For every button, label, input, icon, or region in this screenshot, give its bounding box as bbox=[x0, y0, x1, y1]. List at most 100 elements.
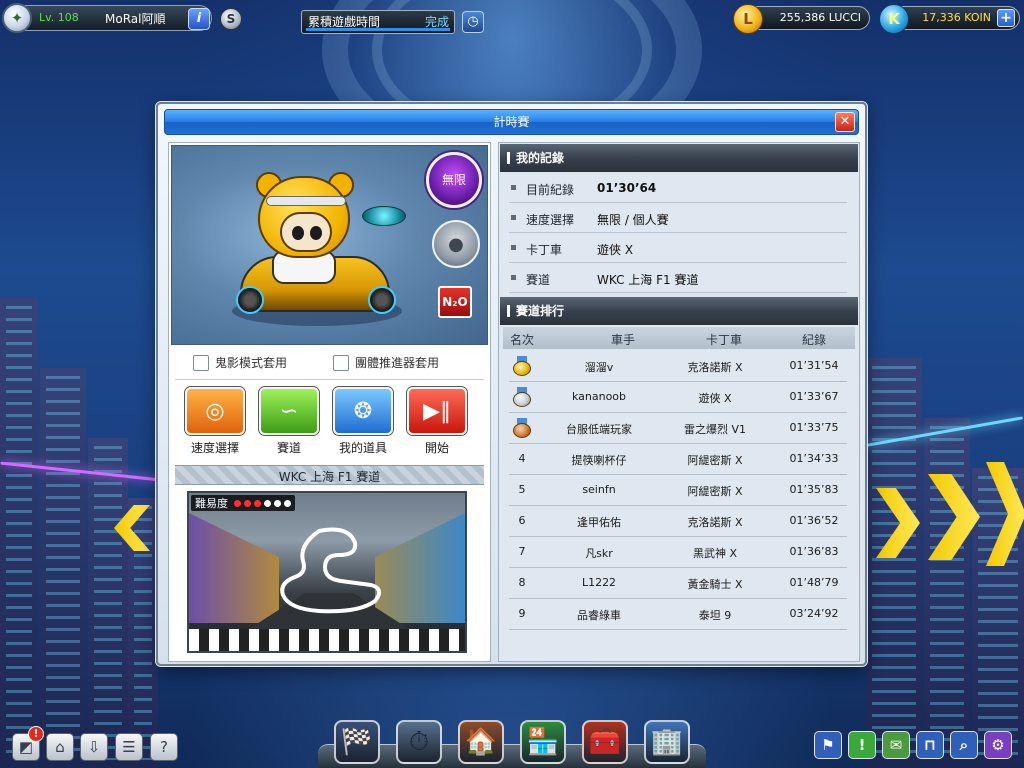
record-value: 遊俠 X bbox=[597, 243, 634, 257]
track-layout-icon bbox=[280, 527, 382, 614]
toolbox-icon[interactable]: 🧰 bbox=[582, 720, 628, 764]
character-head bbox=[258, 176, 350, 258]
record-time: 01’36’52 bbox=[789, 514, 839, 527]
record-time: 01’34’33 bbox=[789, 452, 839, 465]
option-checkboxes: 鬼影模式套用 團體推進器套用 bbox=[171, 349, 488, 377]
speedometer-icon[interactable]: ⏱ bbox=[396, 720, 442, 764]
record-key: 卡丁車 bbox=[526, 243, 563, 257]
kart-name: 克洛諾斯 X bbox=[687, 361, 743, 374]
silver-medal-icon bbox=[513, 387, 531, 407]
time-attack-dialog: 計時賽 ✕ 無限 ● N₂O 鬼影模式套用 團體推進器套用 ◎ 速度選擇 ∽ 賽… bbox=[156, 102, 867, 666]
character-face bbox=[280, 212, 332, 252]
kart-name: 雷之爆烈 V1 bbox=[683, 423, 747, 436]
character-eye bbox=[292, 226, 304, 240]
ranking-row[interactable]: 溜溜v 克洛諾斯 X 01’31’54 bbox=[509, 351, 847, 382]
speed-gauge-icon: ◎ bbox=[185, 387, 245, 435]
quest-progress-fill bbox=[306, 28, 450, 31]
shop-icon[interactable]: 🏪 bbox=[520, 720, 566, 764]
record-row: 速度選擇 無限 / 個人賽 bbox=[509, 203, 847, 233]
ranking-row[interactable]: kananoob 遊俠 X 01’33’67 bbox=[509, 382, 847, 413]
notification-badge: ! bbox=[28, 726, 44, 742]
exclamation-icon[interactable]: ! bbox=[848, 731, 876, 759]
ranking-row[interactable]: 9 品睿綠車 泰坦 9 03’24’92 bbox=[509, 599, 847, 630]
record-row: 目前紀錄 01’30’64 bbox=[509, 173, 847, 203]
home-icon[interactable]: ⌂ bbox=[46, 733, 74, 761]
track-icon: ∽ bbox=[259, 387, 319, 435]
rank-number: 7 bbox=[518, 545, 526, 558]
driver-name: kananoob bbox=[571, 390, 627, 403]
my-items-button[interactable]: ❂ 我的道具 bbox=[331, 387, 395, 456]
track-preview-image[interactable]: 難易度 bbox=[187, 491, 467, 653]
speed-mode-badge[interactable]: 無限 bbox=[426, 152, 482, 208]
medal-disc bbox=[513, 392, 531, 407]
bullet-icon bbox=[511, 245, 516, 250]
kart-name: 阿緹密斯 X bbox=[687, 485, 743, 498]
ranking-row[interactable]: 5 seinfn 阿緹密斯 X 01’35’83 bbox=[509, 475, 847, 506]
driver-name: 品睿綠車 bbox=[577, 609, 621, 622]
settings-icon[interactable]: ⚙ bbox=[984, 731, 1012, 759]
inbox-icon[interactable]: ⇩ bbox=[80, 733, 108, 761]
record-key: 賽道 bbox=[526, 273, 551, 287]
chat-icon[interactable]: ✉ bbox=[882, 731, 910, 759]
lucci-value: 255,386 LUCCI bbox=[779, 11, 861, 24]
n2o-badge[interactable]: N₂O bbox=[438, 286, 472, 318]
difficulty-indicator: 難易度 bbox=[191, 495, 295, 511]
ghost-mode-option[interactable]: 鬼影模式套用 bbox=[193, 354, 287, 371]
kart-garage-icon[interactable]: 🏁 bbox=[334, 720, 380, 764]
medal-avatar-icon[interactable]: ✦ bbox=[2, 3, 32, 33]
city-tower bbox=[924, 418, 970, 768]
driver-name: 台服低端玩家 bbox=[566, 423, 632, 436]
close-button[interactable]: ✕ bbox=[835, 112, 855, 132]
city-tower bbox=[88, 438, 128, 768]
item-icon: ❂ bbox=[333, 387, 393, 435]
kart-name: 黑武神 X bbox=[692, 547, 738, 560]
speed-select-button[interactable]: ◎ 速度選擇 bbox=[183, 387, 247, 456]
team-booster-checkbox[interactable] bbox=[333, 354, 349, 371]
bronze-medal-icon bbox=[513, 418, 531, 438]
kart-name: 泰坦 9 bbox=[698, 609, 732, 622]
track-select-button[interactable]: ∽ 賽道 bbox=[257, 387, 321, 456]
flag-icon[interactable]: ⚑ bbox=[814, 731, 842, 759]
column-header: 車手 bbox=[610, 333, 635, 347]
column-header: 紀錄 bbox=[801, 333, 826, 347]
ranking-row[interactable]: 4 提筷喇杯仔 阿緹密斯 X 01’34’33 bbox=[509, 444, 847, 475]
difficulty-label: 難易度 bbox=[195, 497, 228, 510]
rank-number: 9 bbox=[518, 607, 526, 620]
ghost-mode-checkbox[interactable] bbox=[193, 354, 209, 371]
info-icon[interactable]: i bbox=[188, 8, 210, 30]
medal-disc bbox=[513, 361, 531, 376]
record-value: 無限 / 個人賽 bbox=[597, 213, 669, 227]
ranking-row[interactable]: 台服低端玩家 雷之爆烈 V1 01’33’75 bbox=[509, 413, 847, 444]
kart-name: 遊俠 X bbox=[698, 392, 732, 405]
record-value: WKC 上海 F1 賽道 bbox=[597, 273, 699, 287]
building-icon[interactable]: 🏢 bbox=[644, 720, 690, 764]
record-time: 03’24’92 bbox=[789, 607, 839, 620]
track-name-strip: WKC 上海 F1 賽道 bbox=[175, 465, 484, 485]
ranking-row[interactable]: 6 逢甲佑佑 克洛諾斯 X 01’36’52 bbox=[509, 506, 847, 537]
add-koin-button[interactable]: + bbox=[997, 9, 1015, 27]
ranking-row[interactable]: 8 L1222 黃金騎士 X 01’48’79 bbox=[509, 568, 847, 599]
track-ranking-heading: 賽道排行 bbox=[500, 297, 858, 325]
gold-medal-icon bbox=[513, 356, 531, 376]
search-icon[interactable]: ⌕ bbox=[950, 731, 978, 759]
team-booster-label: 團體推進器套用 bbox=[355, 356, 440, 370]
start-button[interactable]: ▶‖ 開始 bbox=[405, 387, 469, 456]
help-icon[interactable]: ? bbox=[150, 733, 178, 761]
s-badge-icon[interactable]: S bbox=[220, 8, 242, 30]
record-row: 卡丁車 遊俠 X bbox=[509, 233, 847, 263]
driver-name: 逢甲佑佑 bbox=[577, 516, 621, 529]
ranking-row[interactable]: 7 凡skr 黑武神 X 01’36’83 bbox=[509, 537, 847, 568]
play-pause-icon: ▶‖ bbox=[407, 387, 467, 435]
empty-slot-icon[interactable]: ● bbox=[432, 220, 480, 268]
garage-icon[interactable]: 🏠 bbox=[458, 720, 504, 764]
notes-icon[interactable]: ☰ bbox=[115, 733, 143, 761]
driver-name: 溜溜v bbox=[584, 361, 614, 374]
team-booster-option[interactable]: 團體推進器套用 bbox=[333, 354, 439, 371]
record-time: 01’36’83 bbox=[789, 545, 839, 558]
signpost-icon[interactable]: ⊓ bbox=[916, 731, 944, 759]
clock-icon[interactable]: ◷ bbox=[462, 11, 484, 33]
bullet-icon bbox=[511, 275, 516, 280]
quest-progress-bar[interactable]: 累積遊戲時間 完成 bbox=[301, 10, 455, 34]
player-info-bar: Lv. 108 MoRal阿順 bbox=[4, 5, 212, 31]
medal-disc bbox=[513, 423, 531, 438]
